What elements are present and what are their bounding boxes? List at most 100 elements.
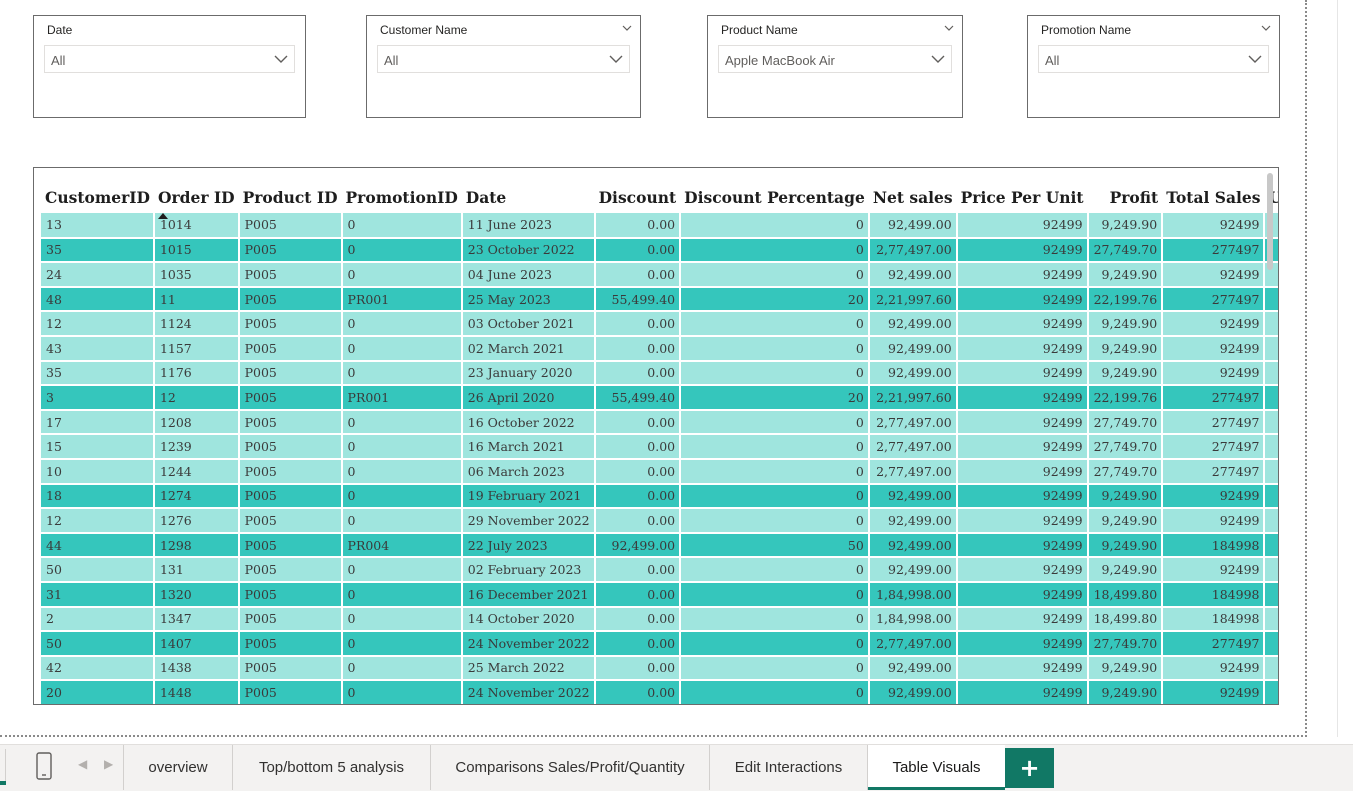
table-cell: 92499 [956, 458, 1089, 485]
table-cell: 1320 [153, 581, 240, 608]
table-row[interactable]: 17 1208 P005 0 16 October 2022 0.00 0 2,77,497.… [41, 409, 1278, 436]
table-row[interactable]: 50 131 P005 0 02 February 2023 0.00 0 92,499.00… [41, 557, 1278, 583]
column-header[interactable]: Discount Percentage [680, 171, 869, 213]
column-header[interactable]: Net sales [869, 171, 957, 213]
table-cell: 92,499.00 [868, 557, 958, 583]
table-cell: 03 October 2021 [461, 311, 596, 337]
table-cell: 0 [341, 434, 463, 460]
previous-page-icon[interactable]: ◀ [78, 757, 87, 771]
table-cell: 0.00 [594, 631, 682, 657]
tab-overview[interactable]: overview [123, 745, 232, 790]
table-header-row: CustomerID Order ID Product ID PromotionID D… [41, 171, 1278, 219]
table-row[interactable]: 50 1407 P005 0 24 November 2022 0.00 0 2,77,497… [41, 631, 1278, 657]
table-row[interactable]: 13 1014 P005 0 11 June 2023 0.00 0 92,499.00 924… [41, 213, 1278, 239]
table-row[interactable]: 20 1448 P005 0 24 November 2022 0.00 0 92,499.0… [41, 680, 1278, 704]
table-cell: 9,249.90 [1087, 655, 1164, 682]
column-header[interactable]: Product ID [239, 171, 342, 213]
slicer-dropdown[interactable]: Apple MacBook Air [718, 45, 952, 73]
table-cell: 1,84,998.00 [868, 581, 958, 608]
slicer-dropdown[interactable]: All [377, 45, 630, 73]
table-cell: 92499 [1162, 508, 1266, 534]
column-header[interactable]: Total Sales [1162, 171, 1264, 213]
table-cell: 35 [41, 237, 155, 264]
column-header[interactable]: Price Per Unit [957, 171, 1088, 213]
table-cell: 1124 [153, 311, 240, 337]
table-cell: 0 [341, 213, 463, 239]
tab-active-indicator [0, 781, 6, 785]
table-cell: 22,199.76 [1087, 385, 1164, 411]
scrollbar-thumb[interactable] [1267, 173, 1273, 270]
tab-comparisons[interactable]: Comparisons Sales/Profit/Quantity [430, 745, 709, 790]
table-cell: P005 [238, 385, 343, 411]
table-cell: 0 [341, 409, 463, 436]
slicer-title: Product Name [721, 23, 798, 37]
tab-table-visuals[interactable]: Table Visuals [867, 745, 1005, 790]
next-page-icon[interactable]: ▶ [104, 757, 113, 771]
table-row[interactable]: 35 1176 P005 0 23 January 2020 0.00 0 92,499.00… [41, 360, 1278, 387]
table-cell: 0 [680, 631, 870, 657]
column-header[interactable]: Discount [595, 171, 681, 213]
table-cell: 27,749.70 [1087, 631, 1164, 657]
column-header[interactable]: CustomerID [41, 171, 154, 213]
table-cell: 1298 [153, 532, 240, 559]
add-page-button[interactable]: + [1005, 748, 1054, 788]
table-cell: 9,249.90 [1087, 508, 1164, 534]
table-row[interactable]: 15 1239 P005 0 16 March 2021 0.00 0 2,77,497.00… [41, 434, 1278, 460]
table-cell: 0 [680, 458, 870, 485]
table-cell: 9,249.90 [1087, 360, 1164, 387]
table-cell: 9,249.90 [1087, 213, 1164, 239]
table-cell: P005 [238, 483, 343, 510]
tab-top-bottom-5-analysis[interactable]: Top/bottom 5 analysis [232, 745, 430, 790]
table-cell: 184998 [1162, 581, 1266, 608]
table-cell: 1438 [153, 655, 240, 682]
table-row[interactable]: 43 1157 P005 0 02 March 2021 0.00 0 92,499.00 92… [41, 335, 1278, 362]
table-row[interactable]: 24 1035 P005 0 04 June 2023 0.00 0 92,499.00 924… [41, 262, 1278, 288]
table-cell: 92499 [956, 508, 1089, 534]
table-row[interactable]: 44 1298 P005 PR004 22 July 2023 92,499.00 50 92… [41, 532, 1278, 559]
column-header[interactable]: Profit [1088, 171, 1163, 213]
table-cell: P005 [238, 508, 343, 534]
table-cell: 0.00 [594, 237, 682, 264]
table-row[interactable]: 35 1015 P005 0 23 October 2022 0.00 0 2,77,497.… [41, 237, 1278, 264]
chevron-down-icon[interactable] [944, 25, 954, 32]
table-cell: 0 [341, 631, 463, 657]
slicer-dropdown[interactable]: All [1038, 45, 1269, 73]
table-row[interactable]: 42 1438 P005 0 25 March 2022 0.00 0 92,499.00 92… [41, 655, 1278, 682]
table-cell: 2,77,497.00 [868, 409, 958, 436]
chevron-down-icon[interactable] [622, 25, 632, 32]
table-cell: 0.00 [594, 483, 682, 510]
table-cell: 31 [41, 581, 155, 608]
tab-partial[interactable] [0, 749, 6, 783]
table-row[interactable]: 3 12 P005 PR001 26 April 2020 55,499.40 20 2,21… [41, 385, 1278, 411]
table-cell: 277497 [1162, 286, 1266, 313]
table-row[interactable]: 12 1276 P005 0 29 November 2022 0.00 0 92,499.0… [41, 508, 1278, 534]
table-cell: 24 November 2022 [461, 680, 596, 704]
vertical-scrollbar[interactable] [1266, 171, 1274, 701]
table-cell: 92499 [956, 286, 1089, 313]
table-row[interactable]: 48 11 P005 PR001 25 May 2023 55,499.40 20 2,21,… [41, 286, 1278, 313]
column-header[interactable]: Date [462, 171, 595, 213]
table-row[interactable]: 12 1124 P005 0 03 October 2021 0.00 0 92,499.00… [41, 311, 1278, 337]
table-row[interactable]: 18 1274 P005 0 19 February 2021 0.00 0 92,499.0… [41, 483, 1278, 510]
column-header[interactable]: Order ID [154, 171, 239, 219]
slicer-dropdown[interactable]: All [44, 45, 295, 73]
table-cell: 0.00 [594, 680, 682, 704]
table-cell: 1035 [153, 262, 240, 288]
tab-edit-interactions[interactable]: Edit Interactions [709, 745, 867, 790]
table-cell: 92,499.00 [868, 483, 958, 510]
table-row[interactable]: 31 1320 P005 0 16 December 2021 0.00 0 1,84,998… [41, 581, 1278, 608]
table-cell: 277497 [1162, 434, 1266, 460]
table-cell: 0 [341, 311, 463, 337]
column-header[interactable]: PromotionID [342, 171, 462, 213]
table-cell: 184998 [1162, 606, 1266, 633]
mobile-layout-icon[interactable] [30, 751, 58, 781]
table-cell: 92499 [956, 311, 1089, 337]
table-cell: 22 July 2023 [461, 532, 596, 559]
table-row[interactable]: 2 1347 P005 0 14 October 2020 0.00 0 1,84,998.0… [41, 606, 1278, 633]
slicer-value: All [51, 53, 66, 68]
table-row[interactable]: 10 1244 P005 0 06 March 2023 0.00 0 2,77,497.00… [41, 458, 1278, 485]
chevron-down-icon[interactable] [1261, 25, 1271, 32]
table-cell: 18,499.80 [1087, 581, 1164, 608]
table-cell: 0.00 [594, 434, 682, 460]
table-cell: 131 [153, 557, 240, 583]
